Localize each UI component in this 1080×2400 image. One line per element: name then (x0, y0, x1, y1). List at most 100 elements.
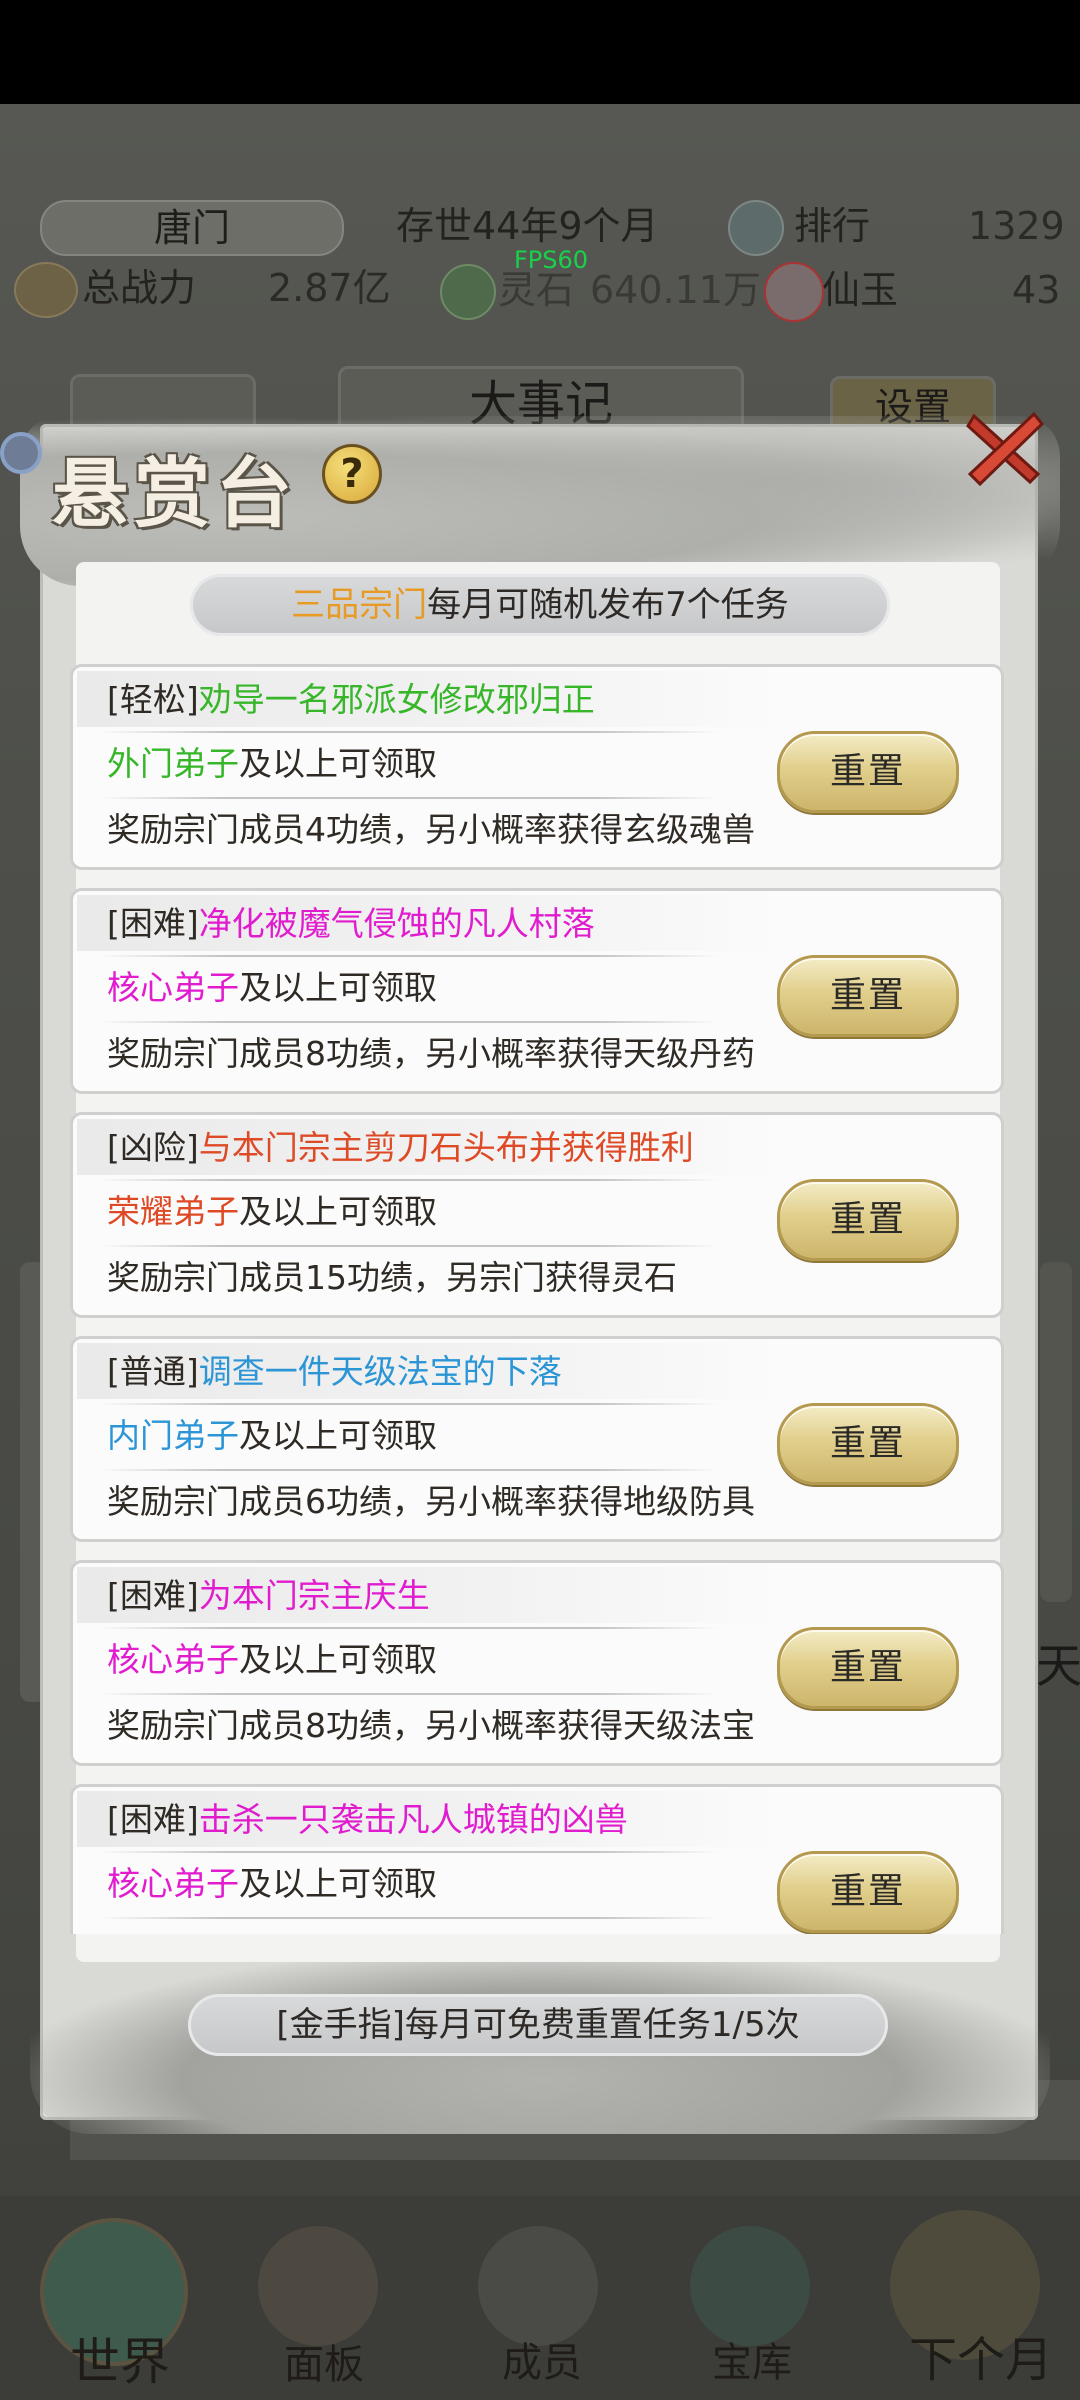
task-title-row: [困难]击杀一只袭击凡人城镇的凶兽 (107, 1797, 628, 1843)
task-rank-suffix: 及以上可领取 (239, 744, 437, 783)
task-rank-suffix: 及以上可领取 (239, 1864, 437, 1903)
task-rank: 核心弟子 (107, 1640, 239, 1679)
rank-value: 1329 (968, 204, 1065, 248)
reset-button[interactable]: 重置 (777, 1403, 959, 1485)
task-rank-suffix: 及以上可领取 (239, 1640, 437, 1679)
divider (99, 1917, 719, 1919)
jade-label: 仙玉 (822, 268, 899, 312)
task-requirement: 荣耀弟子及以上可领取 (107, 1189, 437, 1235)
nav-treasury[interactable]: 宝库 (672, 2330, 832, 2388)
divider (99, 1245, 719, 1247)
task-requirement: 内门弟子及以上可领取 (107, 1413, 437, 1459)
nav-next-month[interactable]: 下个月 (886, 2320, 1076, 2390)
reset-button[interactable]: 重置 (777, 1851, 959, 1933)
task-rank: 核心弟子 (107, 1864, 239, 1903)
status-bar (0, 0, 1080, 104)
task-title-row: [普通]调查一件天级法宝的下落 (107, 1349, 562, 1395)
task-title: 与本门宗主剪刀石头布并获得胜利 (198, 1128, 694, 1167)
task-card: [困难]击杀一只袭击凡人城镇的凶兽 核心弟子及以上可领取 重置 (70, 1784, 1004, 1934)
task-title: 净化被魔气侵蚀的凡人村落 (198, 904, 595, 943)
nav-members[interactable]: 成员 (462, 2330, 622, 2388)
profile-ring-icon (0, 432, 42, 474)
spirit-stone-icon (440, 264, 496, 320)
jade-icon (764, 262, 824, 322)
task-rank-suffix: 及以上可领取 (239, 968, 437, 1007)
task-card: [轻松]劝导一名邪派女修改邪归正 外门弟子及以上可领取 奖励宗门成员4功绩，另小… (70, 664, 1004, 870)
task-title: 劝导一名邪派女修改邪归正 (198, 680, 595, 719)
task-title-row: [凶险]与本门宗主剪刀石头布并获得胜利 (107, 1125, 694, 1171)
divider (99, 1179, 719, 1181)
task-title: 调查一件天级法宝的下落 (198, 1352, 562, 1391)
power-label: 总战力 (82, 266, 197, 310)
task-title-row: [困难]净化被魔气侵蚀的凡人村落 (107, 901, 595, 947)
task-rank: 内门弟子 (107, 1416, 239, 1455)
sect-rank-text: 每月可随机发布7个任务 (427, 585, 789, 625)
bottom-nav: 世界 面板 成员 宝库 下个月 (0, 2196, 1080, 2400)
power-icon (14, 262, 78, 318)
task-rank-suffix: 及以上可领取 (239, 1416, 437, 1455)
task-card: [普通]调查一件天级法宝的下落 内门弟子及以上可领取 奖励宗门成员6功绩，另小概… (70, 1336, 1004, 1542)
task-reward: 奖励宗门成员6功绩，另小概率获得地级防具 (107, 1482, 755, 1521)
reset-button[interactable]: 重置 (777, 1627, 959, 1709)
nav-panel[interactable]: 面板 (244, 2332, 404, 2390)
task-card: [困难]净化被魔气侵蚀的凡人村落 核心弟子及以上可领取 奖励宗门成员8功绩，另小… (70, 888, 1004, 1094)
task-title: 为本门宗主庆生 (198, 1576, 430, 1615)
divider (99, 1851, 719, 1853)
task-rank: 核心弟子 (107, 968, 239, 1007)
jade-value: 43 (1012, 268, 1061, 312)
members-icon (478, 2226, 598, 2346)
spirit-stone-value: 640.11万 (590, 268, 761, 312)
task-rank-suffix: 及以上可领取 (239, 1192, 437, 1231)
task-reward: 奖励宗门成员15功绩，另宗门获得灵石 (107, 1258, 677, 1297)
task-requirement: 核心弟子及以上可领取 (107, 1637, 437, 1683)
bg-right-panel (1040, 1262, 1072, 1602)
divider (99, 1469, 719, 1471)
task-reward: 奖励宗门成员4功绩，另小概率获得玄级魂兽 (107, 810, 755, 849)
task-requirement: 核心弟子及以上可领取 (107, 965, 437, 1011)
divider (99, 1627, 719, 1629)
reset-button[interactable]: 重置 (777, 955, 959, 1037)
task-difficulty: [普通] (107, 1352, 199, 1391)
rank-icon (728, 200, 784, 256)
nav-world[interactable]: 世界 (40, 2322, 200, 2394)
sect-name-badge: 唐门 (40, 200, 344, 256)
close-icon[interactable] (960, 404, 1050, 494)
task-requirement: 外门弟子及以上可领取 (107, 741, 437, 787)
dialog-title: 悬赏台 (52, 449, 298, 538)
golden-finger-banner: [金手指]每月可免费重置任务1/5次 (188, 1994, 888, 2056)
task-difficulty: [轻松] (107, 680, 199, 719)
task-list[interactable]: [轻松]劝导一名邪派女修改邪归正 外门弟子及以上可领取 奖励宗门成员4功绩，另小… (70, 664, 1010, 1934)
divider (99, 797, 719, 799)
divider (99, 1693, 719, 1695)
task-difficulty: [困难] (107, 1800, 199, 1839)
task-reward: 奖励宗门成员8功绩，另小概率获得天级法宝 (107, 1706, 755, 1745)
sect-age: 存世44年9个月 (396, 204, 659, 248)
divider (99, 1403, 719, 1405)
power-value: 2.87亿 (268, 266, 391, 310)
sect-rank-banner: 三品宗门每月可随机发布7个任务 (190, 574, 890, 636)
help-icon[interactable]: ? (322, 444, 382, 504)
task-difficulty: [困难] (107, 1576, 199, 1615)
reset-button[interactable]: 重置 (777, 1179, 959, 1261)
task-difficulty: [困难] (107, 904, 199, 943)
task-title-row: [困难]为本门宗主庆生 (107, 1573, 430, 1619)
divider (99, 1021, 719, 1023)
task-card: [困难]为本门宗主庆生 核心弟子及以上可领取 奖励宗门成员8功绩，另小概率获得天… (70, 1560, 1004, 1766)
reset-button[interactable]: 重置 (777, 731, 959, 813)
task-requirement: 核心弟子及以上可领取 (107, 1861, 437, 1907)
task-title: 击杀一只袭击凡人城镇的凶兽 (198, 1800, 628, 1839)
panel-icon (258, 2226, 378, 2346)
treasury-icon (690, 2226, 810, 2346)
divider (99, 955, 719, 957)
rank-label: 排行 (794, 204, 871, 248)
task-rank: 外门弟子 (107, 744, 239, 783)
divider (99, 731, 719, 733)
sect-rank-highlight: 三品宗门 (291, 585, 428, 625)
task-difficulty: [凶险] (107, 1128, 199, 1167)
task-card: [凶险]与本门宗主剪刀石头布并获得胜利 荣耀弟子及以上可领取 奖励宗门成员15功… (70, 1112, 1004, 1318)
task-title-row: [轻松]劝导一名邪派女修改邪归正 (107, 677, 595, 723)
bounty-board-dialog: 悬赏台 ? 三品宗门每月可随机发布7个任务 [轻松]劝导一名邪派女修改邪归正 外… (0, 411, 1060, 2134)
bg-side-char: 天 (1036, 1639, 1080, 1693)
task-reward: 奖励宗门成员8功绩，另小概率获得天级丹药 (107, 1034, 755, 1073)
fps-counter: FPS60 (514, 246, 589, 274)
